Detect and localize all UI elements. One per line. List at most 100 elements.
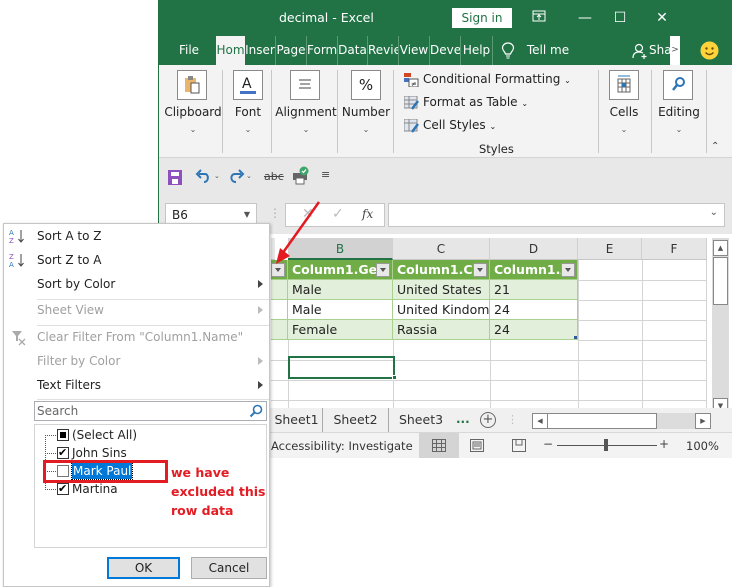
format-as-table-button[interactable]: Format as Table ⌄ bbox=[404, 95, 528, 110]
ok-button[interactable]: OK bbox=[107, 557, 180, 579]
tab-data[interactable]: Data bbox=[338, 36, 368, 65]
checkbox-checked[interactable] bbox=[57, 444, 69, 462]
print-preview-icon bbox=[293, 166, 309, 185]
tab-developer[interactable]: Deve bbox=[430, 36, 461, 65]
new-sheet-button[interactable]: + bbox=[480, 412, 496, 428]
column-header-d[interactable]: D bbox=[490, 238, 578, 260]
scroll-up-button[interactable]: ▲ bbox=[713, 240, 728, 256]
share-button[interactable]: Shar bbox=[649, 36, 671, 65]
chevron-down-icon[interactable]: ⌄ bbox=[163, 125, 223, 134]
ribbon-tabs: File Hom Inser Page Form Data Revie View… bbox=[159, 36, 732, 65]
page-layout-view-button[interactable] bbox=[470, 439, 484, 455]
cancel-button[interactable]: Cancel bbox=[191, 557, 267, 579]
cells-button[interactable] bbox=[609, 70, 639, 100]
tab-review[interactable]: Revie bbox=[368, 36, 399, 65]
maximize-icon: ☐ bbox=[613, 10, 627, 26]
tell-me-search[interactable]: Tell me bbox=[523, 36, 573, 65]
accessibility-status[interactable]: Accessibility: Investigate bbox=[271, 439, 413, 453]
vertical-scrollbar[interactable]: ▲ ▼ bbox=[712, 238, 729, 430]
smiley-feedback-icon[interactable] bbox=[700, 41, 719, 63]
scroll-left-button[interactable]: ◀ bbox=[532, 413, 548, 429]
insert-function-button[interactable]: fx bbox=[362, 207, 373, 221]
sheet-tab-sheet1[interactable]: Sheet1 bbox=[271, 408, 323, 432]
maximize-button[interactable]: ☐ bbox=[607, 8, 633, 28]
tab-insert[interactable]: Inser bbox=[245, 36, 276, 65]
sort-z-to-a-item[interactable]: ZA Sort Z to A bbox=[4, 248, 269, 272]
cell-styles-button[interactable]: Cell Styles ⌄ bbox=[404, 118, 496, 133]
group-divider bbox=[598, 70, 599, 153]
tab-formulas[interactable]: Form bbox=[307, 36, 338, 65]
sort-by-color-item[interactable]: Sort by Color bbox=[4, 272, 269, 296]
chevron-down-icon[interactable]: ⌄ bbox=[341, 125, 391, 134]
formula-input[interactable]: ⌄ bbox=[388, 203, 725, 227]
tab-view[interactable]: View bbox=[399, 36, 430, 65]
horizontal-scrollbar[interactable]: ◀ ▶ bbox=[532, 413, 711, 429]
chevron-down-icon[interactable]: ⌄ bbox=[227, 125, 269, 134]
page-break-view-button[interactable] bbox=[512, 439, 526, 455]
print-preview-button[interactable] bbox=[292, 166, 310, 189]
customize-qat-button[interactable]: ≡ bbox=[321, 168, 330, 181]
close-button[interactable]: ✕ bbox=[649, 8, 675, 28]
checkbox-partial[interactable] bbox=[57, 429, 69, 441]
expand-formula-bar-icon[interactable]: ⌄ bbox=[710, 207, 718, 218]
alignment-icon bbox=[299, 79, 311, 89]
scroll-right-button[interactable]: ▶ bbox=[695, 413, 711, 429]
tab-page-layout[interactable]: Page bbox=[276, 36, 307, 65]
collapse-ribbon-button[interactable]: ⌃ bbox=[711, 141, 719, 152]
sort-z-a-icon: ZA bbox=[9, 253, 24, 268]
title-bar: decimal - Excel Sign in — ☐ ✕ bbox=[159, 0, 732, 36]
redo-button[interactable]: ⌄ bbox=[227, 168, 253, 187]
zoom-level[interactable]: 100% bbox=[686, 439, 719, 453]
number-format-button[interactable]: % bbox=[351, 70, 381, 100]
chevron-down-icon[interactable]: ⌄ bbox=[275, 125, 337, 134]
column-header-e[interactable]: E bbox=[578, 238, 642, 260]
chevron-down-icon[interactable]: ⌄ bbox=[655, 125, 703, 134]
spelling-button[interactable]: abc bbox=[264, 170, 284, 183]
filter-search-input[interactable]: Search bbox=[34, 401, 267, 421]
vertical-scroll-thumb[interactable] bbox=[713, 257, 728, 305]
font-button[interactable]: A bbox=[233, 70, 263, 100]
sign-in-button[interactable]: Sign in bbox=[452, 8, 512, 28]
enter-entry-icon[interactable]: ✓ bbox=[332, 206, 344, 222]
undo-button[interactable]: ⌄ bbox=[195, 168, 221, 187]
text-filters-item[interactable]: Text Filters bbox=[4, 373, 269, 397]
zoom-out-button[interactable]: − bbox=[543, 437, 553, 451]
save-button[interactable] bbox=[168, 170, 182, 188]
conditional-formatting-button[interactable]: ≠ Conditional Formatting ⌄ bbox=[404, 72, 571, 87]
minimize-button[interactable]: — bbox=[572, 8, 598, 28]
active-cell-b6[interactable] bbox=[288, 356, 395, 379]
zoom-in-button[interactable]: + bbox=[659, 437, 669, 451]
sort-a-to-z-item[interactable]: AZ Sort A to Z bbox=[4, 224, 269, 248]
editing-button[interactable] bbox=[663, 70, 693, 100]
sheet-tab-sheet2[interactable]: Sheet2 bbox=[323, 408, 389, 432]
filter-value-select-all[interactable]: (Select All) bbox=[35, 426, 235, 444]
tab-file[interactable]: File bbox=[171, 36, 207, 65]
fill-handle[interactable] bbox=[392, 375, 397, 380]
group-divider bbox=[706, 70, 707, 153]
cells-icon bbox=[617, 75, 631, 93]
tab-help[interactable]: Help bbox=[461, 36, 493, 65]
tab-home[interactable]: Hom bbox=[216, 36, 245, 65]
alignment-button[interactable] bbox=[290, 70, 320, 100]
zoom-slider-thumb[interactable] bbox=[604, 439, 608, 451]
filter-by-color-item: Filter by Color bbox=[4, 349, 269, 373]
search-icon bbox=[249, 404, 263, 418]
sheet-tab-sheet3[interactable]: Sheet3 bbox=[389, 408, 453, 432]
annotation-highlight-box bbox=[43, 460, 168, 483]
tabs-scroll-right-button[interactable]: > bbox=[670, 36, 680, 65]
group-divider bbox=[337, 70, 338, 153]
column-header-f[interactable]: F bbox=[642, 238, 707, 260]
chevron-down-icon[interactable]: ⌄ bbox=[604, 125, 644, 134]
svg-text:A: A bbox=[9, 261, 14, 268]
normal-view-button[interactable] bbox=[419, 433, 459, 458]
column-header-c[interactable]: C bbox=[393, 238, 490, 260]
clipboard-button[interactable] bbox=[177, 70, 207, 100]
grid-view-icon bbox=[432, 439, 446, 452]
horizontal-scroll-thumb[interactable] bbox=[547, 413, 657, 429]
ribbon-display-options-button[interactable] bbox=[526, 8, 552, 28]
more-sheets-button[interactable]: ... bbox=[456, 412, 470, 426]
sort-a-z-icon: AZ bbox=[9, 229, 24, 244]
checkbox-checked[interactable] bbox=[57, 480, 69, 498]
tab-split-handle[interactable]: ⋮ bbox=[507, 413, 518, 426]
share-icon bbox=[632, 43, 648, 62]
